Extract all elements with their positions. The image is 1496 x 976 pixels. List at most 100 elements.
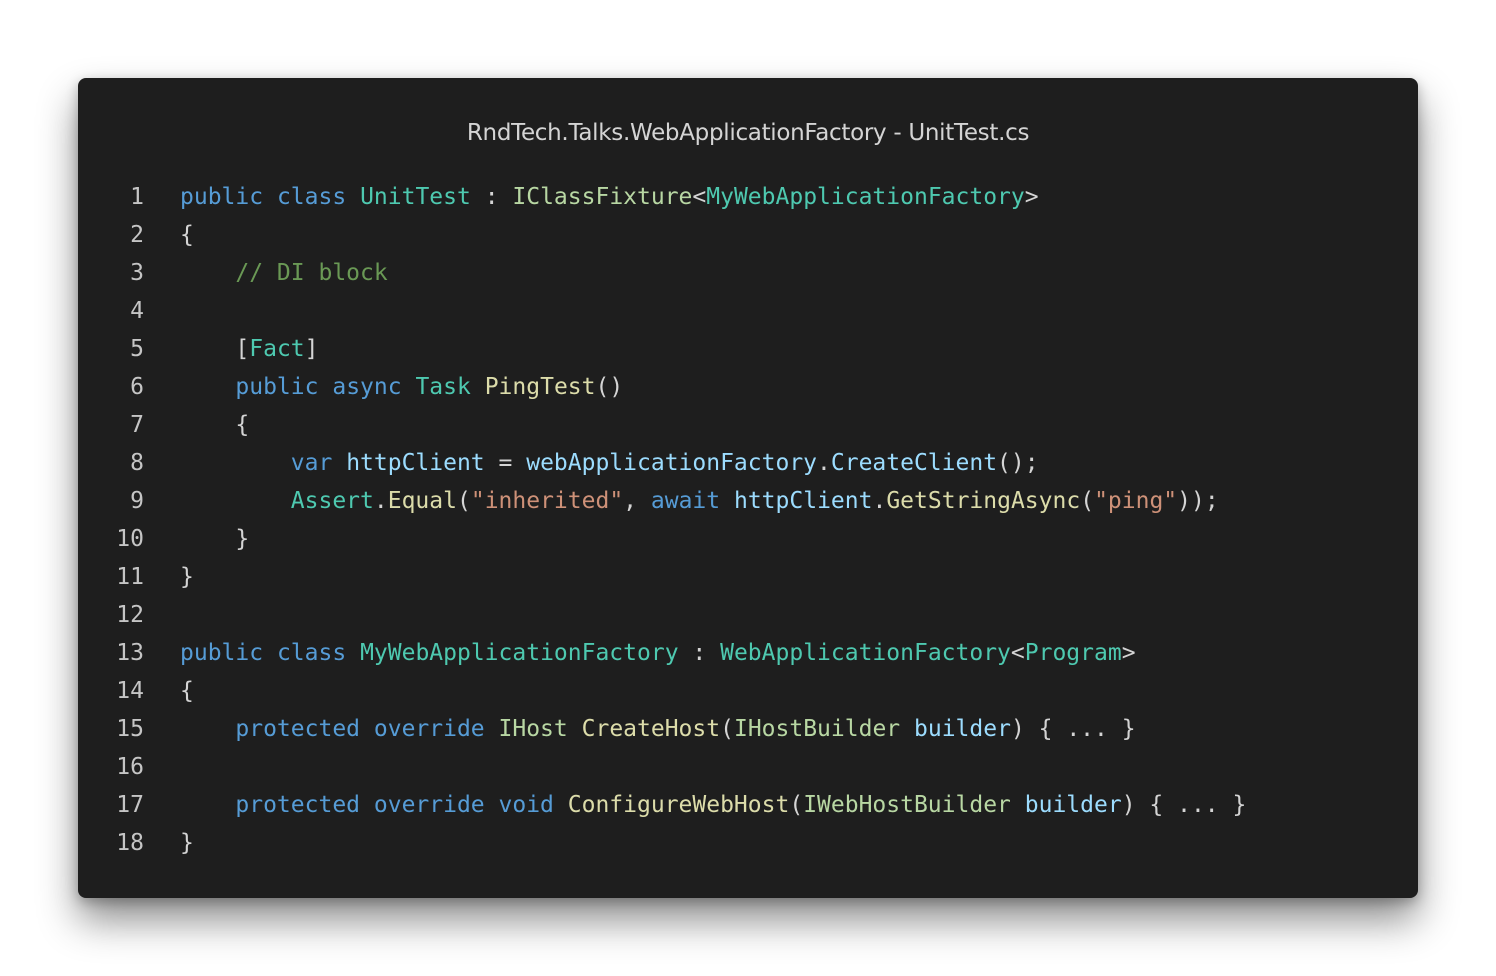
code-token: } [180, 830, 194, 856]
code-line: 13 public class MyWebApplicationFactory :… [78, 634, 1418, 672]
code-line: 11} [78, 558, 1418, 596]
line-number: 17 [116, 792, 144, 818]
code-token: CreateClient [830, 450, 998, 476]
line-source: public async Task PingTest() [180, 368, 623, 406]
code-token: class [276, 184, 347, 210]
code-token: protected [235, 792, 361, 818]
line-number: 1 [130, 184, 144, 210]
code-token: { [180, 678, 194, 704]
code-line: 17 protected override void ConfigureWebH… [78, 786, 1418, 824]
code-token: void [498, 792, 554, 818]
code-token: webApplicationFactory [526, 450, 818, 476]
code-token: IClassFixture [512, 184, 693, 210]
code-token: var [290, 450, 333, 476]
code-token: () [595, 374, 624, 400]
code-line: 4 [78, 292, 1418, 330]
line-source: } [180, 520, 249, 558]
code-token: builder [1024, 792, 1122, 818]
code-line: 3 // DI block [78, 254, 1418, 292]
code-token: "inherited" [470, 488, 624, 514]
line-source: protected override IHost CreateHost(IHos… [180, 710, 1136, 748]
code-token: IHostBuilder [733, 716, 901, 742]
code-token: class [276, 640, 347, 666]
code-token: public [180, 184, 264, 210]
line-source: // DI block [180, 254, 388, 292]
code-token: MyWebApplicationFactory [360, 640, 679, 666]
code-token: ) { ... } [1010, 716, 1136, 742]
line-source: public class UnitTest : IClassFixture<My… [180, 178, 1039, 216]
code-token: )); [1177, 488, 1219, 514]
code-token: IWebHostBuilder [803, 792, 1011, 818]
line-number: 18 [116, 830, 144, 856]
code-token: ConfigureWebHost [567, 792, 790, 818]
line-number: 11 [116, 564, 144, 590]
line-number: 13 [116, 640, 144, 666]
code-token: await [650, 488, 721, 514]
code-token: ( [720, 716, 734, 742]
line-number: 14 [116, 678, 144, 704]
code-token: MyWebApplicationFactory [706, 184, 1025, 210]
code-line: 6 public async Task PingTest() [78, 368, 1418, 406]
code-token: Program [1024, 640, 1122, 666]
line-number: 8 [130, 450, 144, 476]
line-number: 7 [130, 412, 144, 438]
code-token: public [235, 374, 319, 400]
line-number: 6 [130, 374, 144, 400]
code-line: 16 [78, 748, 1418, 786]
code-token: override [373, 792, 485, 818]
code-window: RndTech.Talks.WebApplicationFactory - Un… [78, 78, 1418, 898]
code-token: Fact [249, 336, 305, 362]
code-token: WebApplicationFactory [720, 640, 1011, 666]
code-token: "ping" [1094, 488, 1178, 514]
code-token: : [470, 184, 513, 210]
code-token: Equal [387, 488, 457, 514]
code-token: public [180, 640, 264, 666]
line-number: 15 [116, 716, 144, 742]
code-token: , [623, 488, 651, 514]
code-token: > [1024, 184, 1039, 210]
line-source: } [180, 824, 194, 862]
code-line: 12 [78, 596, 1418, 634]
code-token: // DI block [235, 260, 388, 286]
line-number: 3 [130, 260, 144, 286]
code-line: 9 Assert.Equal("inherited", await httpCl… [78, 482, 1418, 520]
code-line: 8 var httpClient = webApplicationFactory… [78, 444, 1418, 482]
window-title: RndTech.Talks.WebApplicationFactory - Un… [466, 120, 1030, 146]
code-token: ) { ... } [1121, 792, 1247, 818]
code-token: UnitTest [360, 184, 471, 210]
line-number: 9 [130, 488, 144, 514]
line-source: { [180, 406, 249, 444]
code-token: . [817, 450, 831, 476]
code-line: 5 [Fact] [78, 330, 1418, 368]
code-token: ( [789, 792, 804, 818]
code-token: IHost [498, 716, 568, 742]
code-line: 18} [78, 824, 1418, 862]
line-source: } [180, 558, 194, 596]
line-source: { [180, 672, 194, 710]
code-token: ( [456, 488, 471, 514]
code-token: ] [304, 336, 319, 362]
code-token: < [1010, 640, 1025, 666]
code-token: (); [997, 450, 1039, 476]
line-number: 2 [130, 222, 144, 248]
code-token: Assert [290, 488, 374, 514]
line-source: [Fact] [180, 330, 319, 368]
code-line: 1 public class UnitTest : IClassFixture<M… [78, 178, 1418, 216]
line-number: 12 [116, 602, 144, 628]
line-source: Assert.Equal("inherited", await httpClie… [180, 482, 1219, 520]
